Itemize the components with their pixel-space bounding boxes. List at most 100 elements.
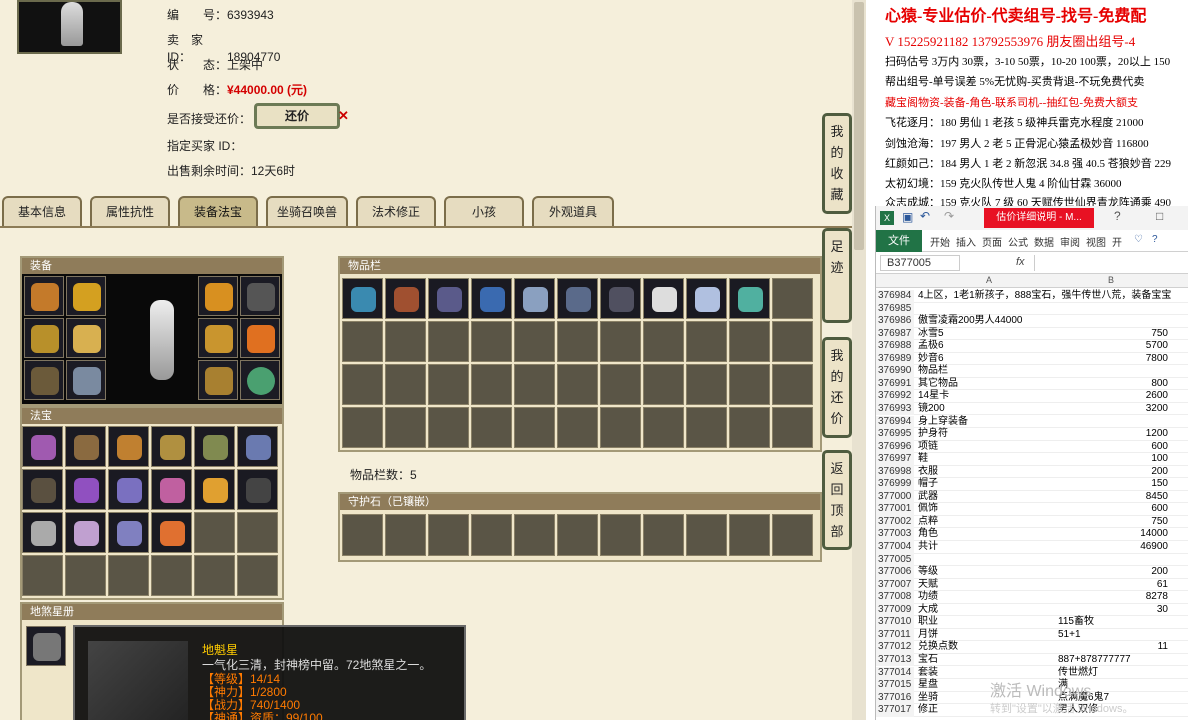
guard-slot[interactable]	[342, 514, 383, 556]
inventory-slot[interactable]	[385, 278, 426, 319]
cell-b[interactable]: 8450	[1056, 491, 1168, 504]
sheet-row[interactable]: 376999 帽子 150	[876, 478, 1188, 491]
ribbon-tab-layout[interactable]: 页面	[982, 234, 1002, 249]
sheet-row[interactable]: 377012 兑换点数 11	[876, 641, 1188, 654]
inventory-slot[interactable]	[514, 278, 555, 319]
equip-slot[interactable]	[198, 318, 238, 358]
cell-b[interactable]: 61	[1056, 579, 1168, 592]
sheet-row[interactable]: 376985	[876, 302, 1188, 316]
inventory-slot[interactable]	[557, 364, 598, 405]
inventory-slot[interactable]	[342, 364, 383, 405]
cell-a[interactable]: 冰雪5	[918, 328, 944, 341]
magic-slot[interactable]	[237, 555, 278, 596]
inventory-slot[interactable]	[342, 407, 383, 448]
cell-a[interactable]: 星盘	[918, 679, 938, 692]
cell-b[interactable]: 750	[1056, 516, 1168, 529]
ribbon-tab-dev[interactable]: 开	[1112, 234, 1122, 249]
sheet-row[interactable]: 377007 天赋 61	[876, 578, 1188, 592]
sheet-row[interactable]: 377004 共计 46900	[876, 541, 1188, 554]
inventory-slot[interactable]	[385, 364, 426, 405]
page-scrollbar[interactable]	[852, 0, 866, 720]
tab-mounts-summons[interactable]: 坐骑召唤兽	[266, 196, 348, 226]
magic-slot[interactable]	[194, 426, 235, 467]
magic-slot[interactable]	[151, 555, 192, 596]
sheet-row[interactable]: 377001 佩饰 600	[876, 503, 1188, 516]
inventory-slot[interactable]	[686, 278, 727, 319]
cell-a[interactable]: 天赋	[918, 579, 938, 592]
sheet-row[interactable]: 377003 角色 14000	[876, 528, 1188, 541]
ribbon-tab-insert[interactable]: 插入	[956, 234, 976, 249]
help-icon[interactable]: ?	[1152, 234, 1158, 245]
excel-file-tab[interactable]: 文件	[876, 230, 922, 252]
cell-b[interactable]: 600	[1056, 503, 1168, 516]
sheet-row[interactable]: 376995 护身符 1200	[876, 428, 1188, 441]
equip-slot[interactable]	[24, 318, 64, 358]
cell-a[interactable]: 职业	[918, 616, 938, 629]
tab-child[interactable]: 小孩	[444, 196, 524, 226]
inventory-slot[interactable]	[385, 407, 426, 448]
name-box[interactable]: B377005	[880, 255, 960, 271]
cell-a[interactable]: 修正	[918, 704, 938, 717]
magic-slot[interactable]	[108, 555, 149, 596]
cell-b[interactable]: 46900	[1056, 541, 1168, 554]
equip-slot[interactable]	[66, 276, 106, 316]
inventory-slot[interactable]	[729, 321, 770, 362]
magic-slot[interactable]	[237, 469, 278, 510]
cell-a[interactable]: 武器	[918, 491, 938, 504]
magic-slot[interactable]	[22, 469, 63, 510]
cell-a[interactable]: 大成	[918, 604, 938, 617]
magic-slot[interactable]	[65, 512, 106, 553]
star-card-slot[interactable]	[26, 626, 66, 666]
inventory-slot[interactable]	[772, 321, 813, 362]
sheet-row[interactable]: 376990 物品栏	[876, 365, 1188, 378]
cell-a[interactable]: 帽子	[918, 478, 938, 491]
my-counter-offers-button[interactable]: 我的还价	[822, 337, 852, 438]
cell-b[interactable]: 750	[1056, 328, 1168, 341]
ribbon-tab-home[interactable]: 开始	[930, 234, 950, 249]
cell-b[interactable]: 5700	[1056, 340, 1168, 353]
counter-offer-button[interactable]: 还价	[254, 103, 340, 129]
cell-a[interactable]: 衣服	[918, 466, 938, 479]
sheet-row[interactable]: 376984 4上区，1老1新孩子，888宝石，强牛传世八荒，装备宝宝	[876, 290, 1188, 303]
cell-b[interactable]: 7800	[1056, 353, 1168, 366]
ribbon-tab-formulas[interactable]: 公式	[1008, 234, 1028, 249]
equip-slot[interactable]	[24, 360, 64, 400]
inventory-slot[interactable]	[557, 278, 598, 319]
cell-b[interactable]: 30	[1056, 604, 1168, 617]
inventory-slot[interactable]	[729, 407, 770, 448]
cell-b[interactable]: 600	[1056, 441, 1168, 454]
cell-b[interactable]: 800	[1056, 378, 1168, 391]
sheet-row[interactable]: 376994 身上穿装备	[876, 415, 1188, 428]
close-icon[interactable]: ✕	[338, 108, 349, 124]
inventory-slot[interactable]	[428, 364, 469, 405]
sheet-row[interactable]: 376996 项链 600	[876, 440, 1188, 454]
cell-b[interactable]: 11	[1056, 641, 1168, 654]
magic-slot[interactable]	[65, 469, 106, 510]
cell-b-text[interactable]: 115畜牧	[1058, 616, 1094, 629]
cell-a[interactable]: 坐骑	[918, 692, 938, 705]
cell-a[interactable]: 月饼	[918, 629, 938, 642]
guard-slot[interactable]	[514, 514, 555, 556]
cell-b[interactable]: 200	[1056, 566, 1168, 579]
cell-a[interactable]: 功绩	[918, 591, 938, 604]
cell-a[interactable]: 共计	[918, 541, 938, 554]
equip-slot[interactable]	[240, 276, 280, 316]
inventory-slot[interactable]	[514, 364, 555, 405]
back-to-top-button[interactable]: 返回顶部	[822, 450, 852, 550]
inventory-slot[interactable]	[428, 407, 469, 448]
inventory-slot[interactable]	[557, 321, 598, 362]
equip-slot[interactable]	[66, 318, 106, 358]
ribbon-tab-review[interactable]: 审阅	[1060, 234, 1080, 249]
magic-slot[interactable]	[65, 555, 106, 596]
cell-b[interactable]: 3200	[1056, 403, 1168, 416]
function-icon[interactable]: fx	[1016, 256, 1025, 268]
cell-b-text[interactable]: 51+1	[1058, 629, 1081, 642]
scrollbar-thumb[interactable]	[854, 2, 864, 250]
cell-a[interactable]: 孟极6	[918, 340, 944, 353]
cell-a[interactable]: 其它物品	[918, 378, 958, 391]
sheet-row[interactable]: 376988 孟极6 5700	[876, 340, 1188, 353]
cell-b[interactable]: 1200	[1056, 428, 1168, 441]
cell-a[interactable]: 角色	[918, 528, 938, 541]
save-icon[interactable]: ▣	[902, 210, 913, 224]
sheet-row[interactable]: 377010 职业 115畜牧	[876, 616, 1188, 629]
